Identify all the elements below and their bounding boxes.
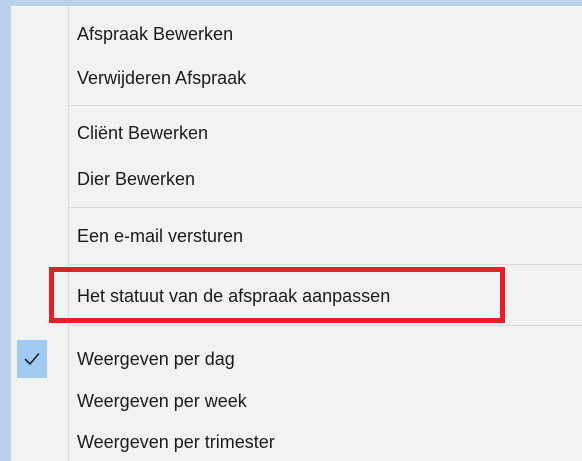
menu-separator (69, 207, 582, 208)
menu-separator (69, 264, 582, 265)
menu-item-edit-appointment[interactable]: Afspraak Bewerken (11, 12, 582, 56)
menu-item-label: Weergeven per dag (77, 349, 235, 369)
menu-item-view-per-trimester[interactable]: Weergeven per trimester (11, 420, 582, 461)
menu-item-edit-animal[interactable]: Dier Bewerken (11, 157, 582, 201)
menu-item-view-per-day[interactable]: Weergeven per dag (11, 337, 582, 381)
menu-separator (69, 105, 582, 106)
menu-separator (69, 325, 582, 326)
menu-item-label: Afspraak Bewerken (77, 24, 234, 44)
menu-item-label: Weergeven per week (77, 391, 247, 411)
menu-item-change-appointment-status[interactable]: Het statuut van de afspraak aanpassen (11, 274, 582, 318)
menu-item-label: Weergeven per trimester (77, 432, 275, 452)
screenshot-frame: Afspraak Bewerken Verwijderen Afspraak C… (0, 0, 582, 461)
menu-item-label: Het statuut van de afspraak aanpassen (77, 286, 391, 306)
menu-item-label: Dier Bewerken (77, 169, 196, 189)
menu-item-send-email[interactable]: Een e-mail versturen (11, 214, 582, 258)
menu-item-edit-client[interactable]: Cliënt Bewerken (11, 111, 582, 155)
context-menu: Afspraak Bewerken Verwijderen Afspraak C… (11, 6, 582, 461)
menu-item-view-per-week[interactable]: Weergeven per week (11, 379, 582, 423)
menu-item-delete-appointment[interactable]: Verwijderen Afspraak (11, 56, 582, 100)
menu-item-label: Verwijderen Afspraak (77, 68, 247, 88)
window-left-edge (0, 0, 11, 461)
menu-item-label: Een e-mail versturen (77, 226, 244, 246)
menu-item-label: Cliënt Bewerken (77, 123, 209, 143)
